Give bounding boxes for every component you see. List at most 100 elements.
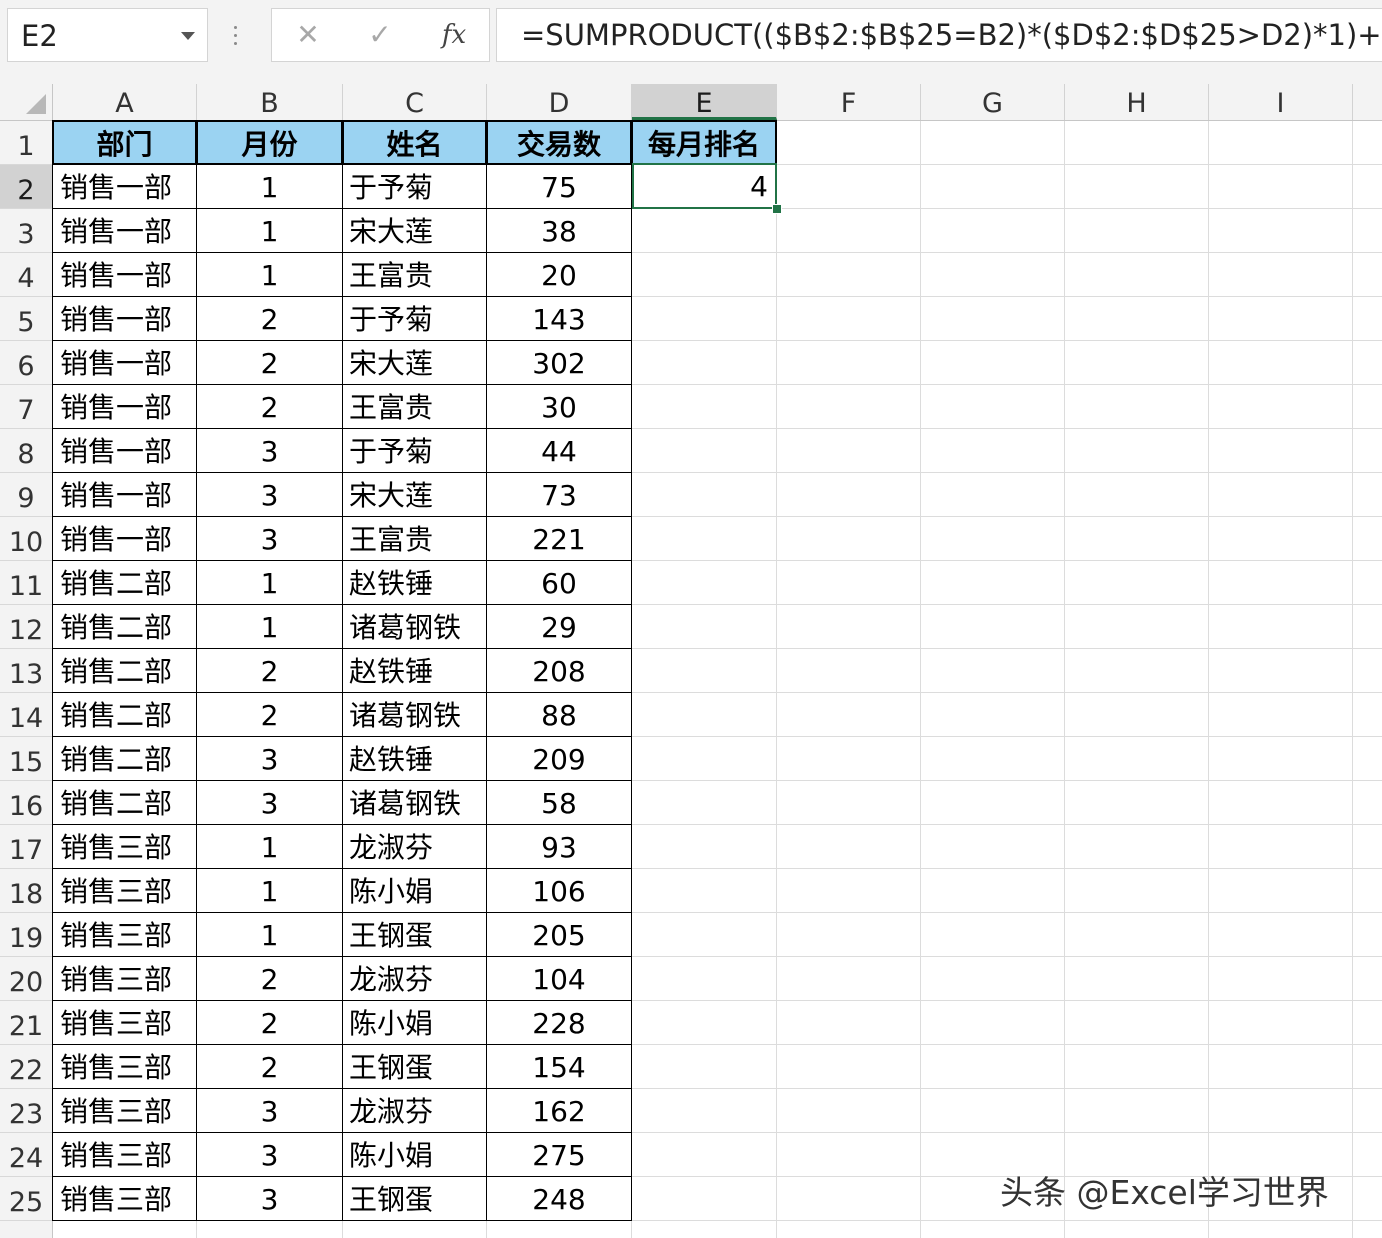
- table-cell[interactable]: 143: [486, 296, 632, 341]
- table-cell[interactable]: 1: [196, 252, 343, 297]
- table-header-cell[interactable]: 姓名: [342, 120, 487, 165]
- table-cell[interactable]: 3: [196, 516, 343, 561]
- column-header-i[interactable]: I: [1209, 84, 1353, 120]
- table-cell[interactable]: 销售三部: [52, 1176, 197, 1221]
- table-cell[interactable]: 2: [196, 384, 343, 429]
- fill-handle[interactable]: [772, 204, 782, 214]
- row-header-24[interactable]: 24: [0, 1133, 52, 1177]
- table-cell[interactable]: 2: [196, 648, 343, 693]
- table-cell[interactable]: 1: [196, 604, 343, 649]
- row-header-15[interactable]: 15: [0, 737, 52, 781]
- table-cell[interactable]: 销售一部: [52, 164, 197, 209]
- row-header-23[interactable]: 23: [0, 1089, 52, 1133]
- table-cell[interactable]: 30: [486, 384, 632, 429]
- table-cell[interactable]: 154: [486, 1044, 632, 1089]
- table-cell[interactable]: 王钢蛋: [342, 1176, 487, 1221]
- table-cell[interactable]: 销售一部: [52, 208, 197, 253]
- table-cell[interactable]: 宋大莲: [342, 472, 487, 517]
- chevron-down-icon[interactable]: [181, 32, 195, 40]
- table-cell[interactable]: 陈小娟: [342, 1132, 487, 1177]
- table-cell[interactable]: 3: [196, 472, 343, 517]
- select-all-button[interactable]: [0, 84, 53, 120]
- row-header-9[interactable]: 9: [0, 473, 52, 517]
- row-header-8[interactable]: 8: [0, 429, 52, 473]
- table-cell[interactable]: 王富贵: [342, 384, 487, 429]
- table-cell[interactable]: 2: [196, 340, 343, 385]
- table-cell[interactable]: 销售二部: [52, 780, 197, 825]
- table-cell[interactable]: 王钢蛋: [342, 912, 487, 957]
- table-cell[interactable]: 302: [486, 340, 632, 385]
- row-header-6[interactable]: 6: [0, 341, 52, 385]
- checkmark-icon[interactable]: ✓: [360, 9, 400, 61]
- table-cell[interactable]: 龙淑芬: [342, 1088, 487, 1133]
- table-cell[interactable]: 诸葛钢铁: [342, 692, 487, 737]
- table-cell[interactable]: 3: [196, 1132, 343, 1177]
- table-cell[interactable]: 销售三部: [52, 868, 197, 913]
- table-cell[interactable]: 221: [486, 516, 632, 561]
- table-cell[interactable]: 陈小娟: [342, 868, 487, 913]
- table-cell[interactable]: 诸葛钢铁: [342, 780, 487, 825]
- row-header-22[interactable]: 22: [0, 1045, 52, 1089]
- column-header-h[interactable]: H: [1065, 84, 1209, 120]
- table-cell[interactable]: 陈小娟: [342, 1000, 487, 1045]
- table-cell[interactable]: 248: [486, 1176, 632, 1221]
- table-cell[interactable]: 销售一部: [52, 340, 197, 385]
- table-cell[interactable]: 1: [196, 868, 343, 913]
- table-cell[interactable]: 2: [196, 692, 343, 737]
- row-header-14[interactable]: 14: [0, 693, 52, 737]
- table-cell[interactable]: 3: [196, 1088, 343, 1133]
- formula-input[interactable]: =SUMPRODUCT(($B$2:$B$25=B2)*($D$2:$D$25>…: [496, 8, 1382, 62]
- row-header-3[interactable]: 3: [0, 209, 52, 253]
- table-cell[interactable]: 销售二部: [52, 560, 197, 605]
- table-header-cell[interactable]: 月份: [196, 120, 343, 165]
- column-header-a[interactable]: A: [53, 84, 197, 120]
- table-cell[interactable]: 29: [486, 604, 632, 649]
- table-cell[interactable]: 销售三部: [52, 1132, 197, 1177]
- table-cell[interactable]: 销售一部: [52, 516, 197, 561]
- row-header-13[interactable]: 13: [0, 649, 52, 693]
- row-header-7[interactable]: 7: [0, 385, 52, 429]
- table-cell[interactable]: 3: [196, 780, 343, 825]
- table-cell[interactable]: 销售三部: [52, 1000, 197, 1045]
- row-header-21[interactable]: 21: [0, 1001, 52, 1045]
- row-header-18[interactable]: 18: [0, 869, 52, 913]
- table-cell[interactable]: 93: [486, 824, 632, 869]
- table-cell[interactable]: 于予菊: [342, 296, 487, 341]
- row-header-5[interactable]: 5: [0, 297, 52, 341]
- table-cell[interactable]: 销售二部: [52, 692, 197, 737]
- table-header-cell[interactable]: 交易数: [486, 120, 632, 165]
- table-cell[interactable]: 销售三部: [52, 956, 197, 1001]
- table-cell[interactable]: 205: [486, 912, 632, 957]
- active-cell-e2[interactable]: 4: [632, 163, 777, 209]
- row-header-25[interactable]: 25: [0, 1177, 52, 1221]
- table-cell[interactable]: 44: [486, 428, 632, 473]
- table-header-cell[interactable]: 部门: [52, 120, 197, 165]
- table-cell[interactable]: 赵铁锤: [342, 560, 487, 605]
- vertical-dots-icon[interactable]: [234, 26, 238, 48]
- table-cell[interactable]: 销售一部: [52, 252, 197, 297]
- table-cell[interactable]: 208: [486, 648, 632, 693]
- insert-function-icon[interactable]: fx: [432, 9, 476, 61]
- table-cell[interactable]: 2: [196, 296, 343, 341]
- table-cell[interactable]: 275: [486, 1132, 632, 1177]
- table-cell[interactable]: 162: [486, 1088, 632, 1133]
- table-cell[interactable]: 销售一部: [52, 384, 197, 429]
- table-cell[interactable]: 于予菊: [342, 164, 487, 209]
- spreadsheet-grid[interactable]: ABCDEFGHI 1 2 3 4 5 6 7 8 9 10 11 12 13 14 15 16 17 18 19 2…: [0, 84, 1382, 1238]
- row-header-2[interactable]: 2: [0, 165, 52, 209]
- column-header-b[interactable]: B: [197, 84, 343, 120]
- table-cell[interactable]: 赵铁锤: [342, 648, 487, 693]
- table-cell[interactable]: 104: [486, 956, 632, 1001]
- column-header-g[interactable]: G: [921, 84, 1065, 120]
- table-cell[interactable]: 3: [196, 736, 343, 781]
- row-header-11[interactable]: 11: [0, 561, 52, 605]
- table-cell[interactable]: 73: [486, 472, 632, 517]
- row-header-4[interactable]: 4: [0, 253, 52, 297]
- table-cell[interactable]: 赵铁锤: [342, 736, 487, 781]
- row-header-12[interactable]: 12: [0, 605, 52, 649]
- row-header-10[interactable]: 10: [0, 517, 52, 561]
- name-box[interactable]: E2: [7, 8, 208, 62]
- table-cell[interactable]: 销售一部: [52, 472, 197, 517]
- column-header-c[interactable]: C: [343, 84, 487, 120]
- table-cell[interactable]: 3: [196, 1176, 343, 1221]
